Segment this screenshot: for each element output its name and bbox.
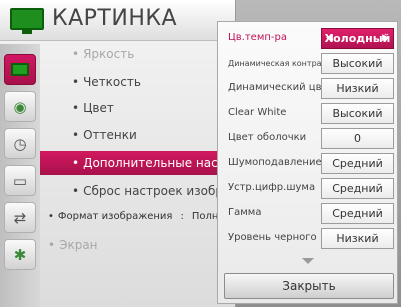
network-icon[interactable]: ✱: [4, 239, 36, 270]
setting-value-selector[interactable]: ◀ Холодный ▶: [321, 28, 394, 49]
menu-item-advanced-settings[interactable]: • Дополнительные настройки: [40, 151, 263, 175]
setting-row-color-temp[interactable]: Цв.темп-ра ◀ Холодный ▶: [224, 28, 394, 50]
setting-value[interactable]: Низкий: [321, 78, 394, 99]
setting-row-noise-reduction[interactable]: Шумоподавление Средний: [224, 153, 394, 175]
setting-label: Гамма: [228, 207, 262, 218]
tv-icon: [10, 8, 44, 34]
menu-title-bar: КАРТИНКА: [0, 0, 235, 41]
toolbox-icon[interactable]: ▭: [4, 165, 36, 196]
setting-row-digital-noise[interactable]: Устр.цифр.шума Средний: [224, 178, 394, 200]
setting-value[interactable]: Средний: [321, 153, 394, 174]
tv-screen: КАРТИНКА ◉ ◷ ▭ ⇄ ✱ • Яркость • Четкость • Ц…: [0, 0, 401, 307]
setting-value[interactable]: Средний: [321, 203, 394, 224]
menu-item-tint[interactable]: • Оттенки: [72, 128, 137, 142]
arrow-left-icon[interactable]: ◀: [326, 29, 333, 48]
menu-item-color[interactable]: • Цвет: [72, 101, 114, 115]
advanced-settings-panel: Цв.темп-ра ◀ Холодный ▶ Динамическая кон…: [217, 21, 398, 304]
setting-row-dynamic-contrast[interactable]: Динамическая контрастность Высокий: [224, 53, 394, 75]
setting-value[interactable]: Высокий: [321, 103, 394, 124]
setting-row-skin-color[interactable]: Цвет оболочки 0: [224, 128, 394, 150]
input-icon[interactable]: ⇄: [4, 202, 36, 233]
setting-label: Шумоподавление: [228, 157, 322, 168]
setting-label: Clear White: [228, 107, 287, 118]
close-button[interactable]: Закрыть: [224, 273, 394, 299]
scroll-down-icon[interactable]: [302, 258, 314, 264]
setting-label: Динамический цвет: [228, 82, 334, 93]
menu-item-brightness[interactable]: • Яркость: [72, 47, 134, 61]
setting-label: Уровень черного: [228, 232, 317, 243]
setting-row-dynamic-color[interactable]: Динамический цвет Низкий: [224, 78, 394, 100]
menu-title: КАРТИНКА: [52, 6, 178, 31]
clock-icon[interactable]: ◷: [4, 128, 36, 159]
menu-item-screen[interactable]: • Экран: [48, 238, 98, 252]
arrow-right-icon[interactable]: ▶: [382, 29, 389, 48]
setting-label: Цвет оболочки: [228, 132, 307, 143]
side-icon-column: ◉ ◷ ▭ ⇄ ✱: [0, 44, 40, 307]
setting-value[interactable]: Средний: [321, 178, 394, 199]
menu-item-sharpness[interactable]: • Четкость: [72, 75, 141, 89]
picture-menu: КАРТИНКА ◉ ◷ ▭ ⇄ ✱ • Яркость • Четкость • Ц…: [0, 0, 271, 307]
aspect-ratio-label: Формат изображения: [57, 211, 173, 222]
setting-value[interactable]: 0: [321, 128, 394, 149]
setting-value[interactable]: Низкий: [321, 228, 394, 249]
setting-value[interactable]: Высокий: [321, 53, 394, 74]
setting-label: Цв.темп-ра: [228, 32, 287, 43]
setting-row-clear-white[interactable]: Clear White Высокий: [224, 103, 394, 125]
setting-row-gamma[interactable]: Гамма Средний: [224, 203, 394, 225]
picture-icon[interactable]: [4, 54, 36, 85]
audio-icon[interactable]: ◉: [4, 91, 36, 122]
setting-row-black-level[interactable]: Уровень черного Низкий: [224, 228, 394, 250]
setting-label: Устр.цифр.шума: [228, 182, 316, 193]
aspect-ratio-row[interactable]: • Формат изображения: Полный: [48, 211, 233, 222]
